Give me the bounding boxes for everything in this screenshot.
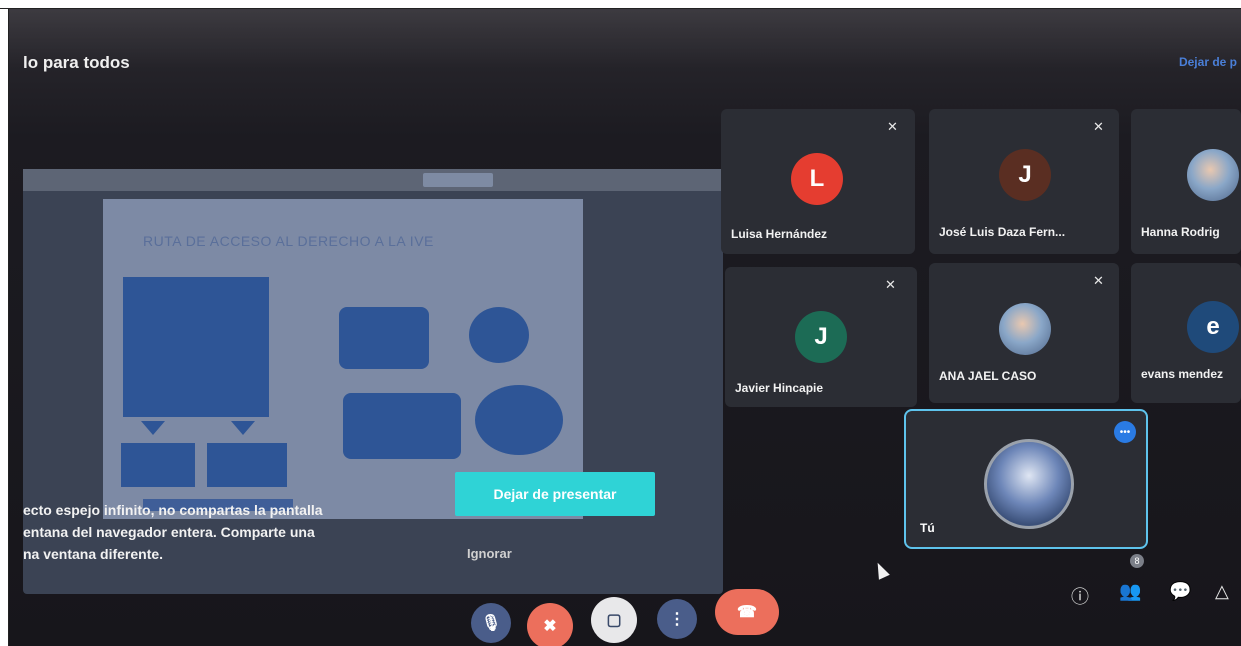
meeting-window: lo para todos Dejar de p RUTA DE ACCESO … bbox=[9, 9, 1241, 646]
participant-name: evans mendez bbox=[1141, 367, 1224, 381]
avatar: J bbox=[999, 149, 1051, 201]
slide-block-bottom-right bbox=[207, 443, 287, 487]
avatar bbox=[1187, 149, 1239, 201]
slide-circle-top bbox=[469, 307, 529, 363]
ignore-button[interactable]: Ignorar bbox=[467, 546, 512, 561]
microphone-button[interactable]: 🎙 bbox=[471, 603, 511, 643]
stop-presenting-link[interactable]: Dejar de p bbox=[1179, 55, 1237, 69]
slide-title: RUTA DE ACCESO AL DERECHO A LA IVE bbox=[143, 233, 434, 249]
infinity-mirror-warning: ecto espejo infinito, no compartas la pa… bbox=[23, 499, 443, 565]
participant-tile[interactable]: Hanna Rodrig bbox=[1131, 109, 1241, 254]
participant-name: Luisa Hernández bbox=[731, 227, 828, 241]
mic-off-icon: ✕ bbox=[887, 119, 898, 134]
slide-block-bottom-left bbox=[121, 443, 195, 487]
stop-presenting-button[interactable]: Dejar de presentar bbox=[455, 472, 655, 516]
self-avatar bbox=[984, 439, 1074, 529]
avatar: J bbox=[795, 311, 847, 363]
participant-name: ANA JAEL CASO bbox=[939, 369, 1037, 383]
warning-line-1: ecto espejo infinito, no compartas la pa… bbox=[23, 502, 323, 518]
info-icon[interactable]: ⓘ bbox=[1071, 583, 1089, 609]
participant-name: Hanna Rodrig bbox=[1141, 225, 1220, 239]
self-name: Tú bbox=[920, 521, 935, 535]
slide-block-large bbox=[123, 277, 269, 417]
warning-line-2: entana del navegador entera. Comparte un… bbox=[23, 524, 315, 540]
activities-icon[interactable]: △ bbox=[1215, 581, 1229, 602]
participant-tile[interactable]: ✕ J Javier Hincapie bbox=[725, 267, 917, 407]
participant-count-badge: 8 bbox=[1130, 554, 1144, 568]
presentation-tabbar bbox=[23, 169, 723, 191]
participant-tile[interactable]: ✕ L Luisa Hernández bbox=[721, 109, 915, 254]
mouse-cursor-icon bbox=[872, 560, 890, 580]
camera-button[interactable]: ✖ bbox=[527, 603, 573, 646]
avatar: e bbox=[1187, 301, 1239, 353]
participant-tile[interactable]: e evans mendez bbox=[1131, 263, 1241, 403]
participant-tile[interactable]: ✕ ANA JAEL CASO bbox=[929, 263, 1119, 403]
slide-circle-bottom bbox=[475, 385, 563, 455]
slide-block-middle bbox=[339, 307, 429, 369]
slide-arrow-right bbox=[231, 421, 255, 435]
mic-off-icon: ✕ bbox=[1093, 273, 1104, 288]
avatar bbox=[999, 303, 1051, 355]
slide: RUTA DE ACCESO AL DERECHO A LA IVE bbox=[103, 199, 583, 519]
participant-name: José Luis Daza Fern... bbox=[939, 225, 1066, 239]
present-screen-button[interactable]: ▢ bbox=[591, 597, 637, 643]
self-tile[interactable]: ••• Tú bbox=[904, 409, 1148, 549]
avatar: L bbox=[791, 153, 843, 205]
slide-block-lower bbox=[343, 393, 461, 459]
mic-off-icon: ✕ bbox=[885, 277, 896, 292]
slide-arrow-left bbox=[141, 421, 165, 435]
mic-off-icon: ✕ bbox=[1093, 119, 1104, 134]
more-options-button[interactable]: ⋮ bbox=[657, 599, 697, 639]
screen-glare bbox=[9, 9, 1241, 69]
participant-name: Javier Hincapie bbox=[735, 381, 824, 395]
participant-tile[interactable]: ✕ J José Luis Daza Fern... bbox=[929, 109, 1119, 254]
warning-line-3: na ventana diferente. bbox=[23, 546, 164, 562]
people-icon[interactable]: 👥 bbox=[1119, 581, 1141, 602]
chat-icon[interactable]: 💬 bbox=[1169, 581, 1191, 602]
meeting-title: lo para todos bbox=[23, 53, 130, 72]
hangup-button[interactable]: ☎ bbox=[715, 589, 779, 635]
presentation-tab bbox=[423, 173, 493, 187]
more-options-icon[interactable]: ••• bbox=[1114, 421, 1136, 443]
